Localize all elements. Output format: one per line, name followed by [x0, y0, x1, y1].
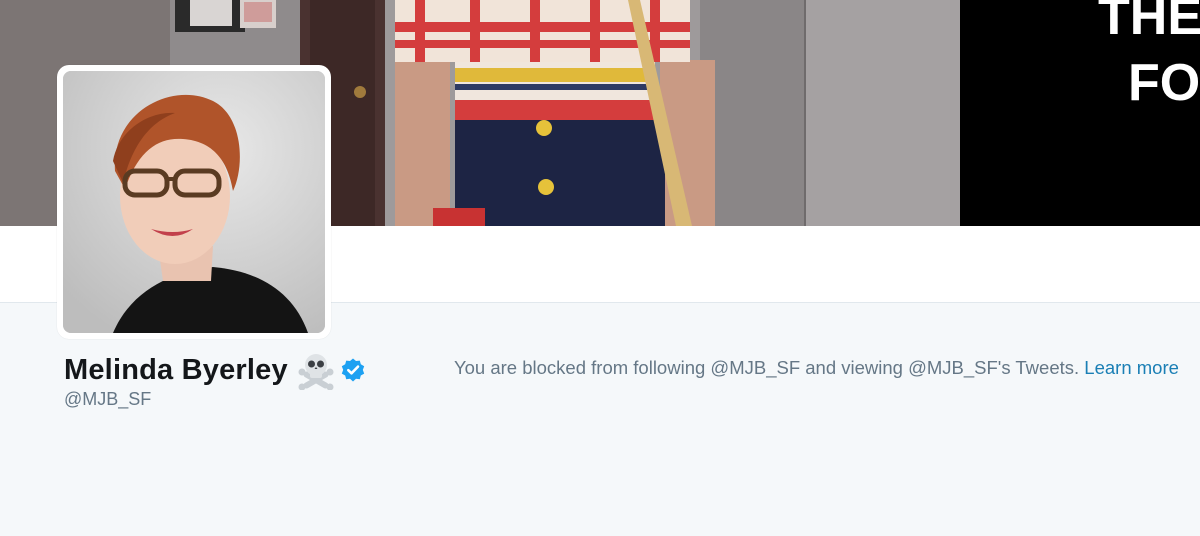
banner-text-line1: THE: [1098, 0, 1200, 46]
profile-name-row: Melinda Byerley: [64, 350, 366, 391]
profile-handle[interactable]: @MJB_SF: [64, 389, 151, 410]
avatar-photo: [63, 71, 325, 333]
verified-badge-icon[interactable]: [340, 357, 366, 383]
blocked-notice: You are blocked from following @MJB_SF a…: [454, 357, 1179, 379]
blocked-message: You are blocked from following @MJB_SF a…: [454, 357, 1080, 378]
skull-and-crossbones-icon: [296, 350, 336, 391]
learn-more-link[interactable]: Learn more: [1084, 357, 1179, 378]
banner-text-line2: FO: [1128, 54, 1200, 112]
profile-name[interactable]: Melinda Byerley: [64, 354, 288, 387]
profile-avatar[interactable]: [57, 65, 331, 339]
